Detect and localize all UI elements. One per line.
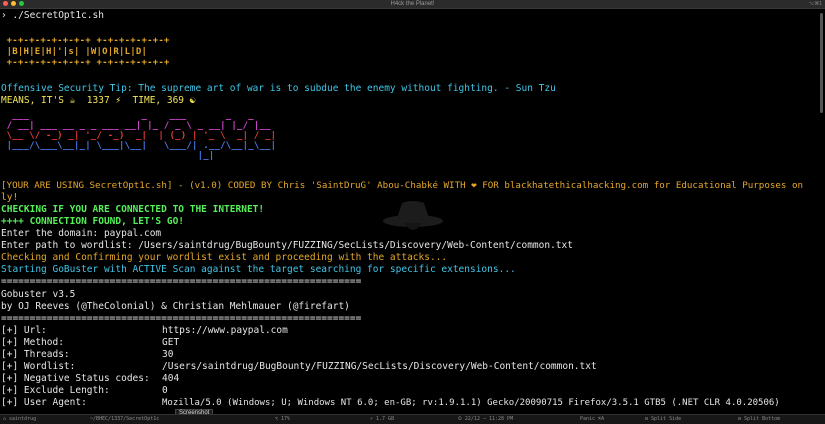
option-value: https://www.paypal.com: [162, 325, 288, 336]
scrollbar[interactable]: [820, 13, 823, 113]
window-titlebar: H4ck the Planet! ⌥⌘1: [0, 0, 825, 9]
separator: ========================================…: [1, 276, 362, 287]
checking-internet: CHECKING IF YOU ARE CONNECTED TO THE INT…: [1, 204, 265, 215]
option-value: Mozilla/5.0 (Windows; U; Windows NT 6.0;…: [162, 398, 780, 408]
hacker-watermark-icon: [383, 201, 443, 230]
option-key: [+] Negative Status codes:: [1, 373, 150, 384]
gobuster-authors: by OJ Reeves (@TheColonial) & Christian …: [1, 301, 350, 312]
option-key: [+] Threads:: [1, 349, 70, 360]
banner-box-bottom: +-+-+-+-+-+-+-+ +-+-+-+-+-+-+: [1, 58, 170, 68]
option-key: [+] Exclude Length:: [1, 385, 110, 396]
gobuster-version: Gobuster v3.5: [1, 289, 76, 300]
means-line: MEANS, IT'S ☕ 1337 ⚡ TIME, 369 ☯: [1, 95, 196, 106]
confirming-wordlist: Checking and Confirming your wordlist ex…: [1, 252, 448, 263]
separator: ========================================…: [1, 313, 362, 324]
logo-art-line: |_|: [1, 151, 288, 161]
option-value: /Users/saintdrug/BugBounty/FUZZING/SecLi…: [162, 361, 597, 372]
starting-gobuster: Starting GoBuster with ACTIVE Scan again…: [1, 264, 516, 275]
using-line-wrap: ly!: [1, 192, 19, 203]
window-title: H4ck the Planet!: [390, 1, 435, 7]
option-key: [+] Method:: [1, 337, 64, 348]
window-shortcut: ⌥⌘1: [808, 1, 822, 7]
option-key: [+] Wordlist:: [1, 361, 76, 372]
option-value: 30: [162, 349, 174, 360]
using-line: [YOUR ARE USING SecretOpt1c.sh] - (v1.0)…: [1, 180, 804, 191]
connection-found: ++++ CONNECTION FOUND, LET'S GO!: [1, 216, 185, 227]
command-line: › ./SecretOpt1c.sh: [1, 10, 104, 21]
security-tip: Offensive Security Tip: The supreme art …: [1, 83, 556, 94]
enter-domain-prompt: Enter the domain: paypal.com: [1, 228, 162, 239]
enter-wordlist-prompt: Enter path to wordlist: /Users/saintdrug…: [1, 240, 573, 251]
option-key: [+] Url:: [1, 325, 47, 336]
option-key: [+] User Agent:: [1, 397, 87, 408]
option-value: GET: [162, 337, 180, 348]
option-value: 0: [162, 385, 168, 396]
option-value: 404: [162, 373, 180, 384]
